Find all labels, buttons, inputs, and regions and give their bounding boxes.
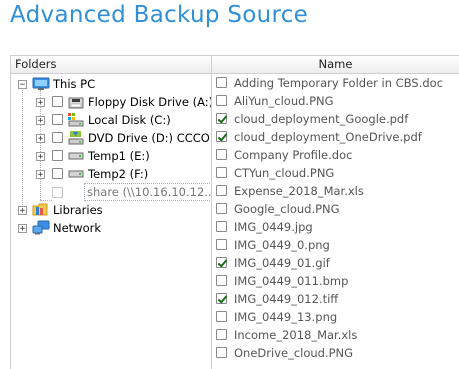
file-name: IMG_0449_01.gif [234,256,330,270]
tree-item-this-pc[interactable]: − This PC [11,75,211,93]
file-checkbox[interactable] [216,311,227,322]
temp1-checkbox[interactable] [52,150,63,161]
list-item[interactable]: Google_cloud.PNG [212,200,459,218]
file-name: IMG_0449_011.bmp [234,274,349,288]
local-disk-checkbox[interactable] [52,114,63,125]
file-checkbox[interactable] [216,257,227,268]
list-item[interactable]: IMG_0449_012.tiff [212,290,459,308]
name-column-header[interactable]: Name [211,56,459,74]
list-item[interactable]: IMG_0449_01.gif [212,254,459,272]
hard-drive-icon [68,170,84,178]
expand-toggle[interactable]: + [36,98,45,108]
file-name: Adding Temporary Folder in CBS.doc [234,76,444,90]
file-checkbox[interactable] [216,131,227,142]
folder-tree: − This PC + Floppy Disk Drive (A:) + Loc… [11,74,211,369]
tree-label: Libraries [53,203,103,217]
file-name: OneDrive_cloud.PNG [234,346,354,360]
floppy-drive-icon [68,97,84,109]
file-name: Expense_2018_Mar.xls [234,184,364,198]
list-item[interactable]: IMG_0449_0.png [212,236,459,254]
collapse-toggle[interactable]: − [18,80,27,90]
file-checkbox[interactable] [216,77,227,88]
file-name: Company Profile.doc [234,148,353,162]
backup-source-panel: Folders Name − This PC + Floppy Disk Dri… [10,55,459,369]
file-name: IMG_0449.jpg [234,220,313,234]
file-name: Income_2018_Mar.xls [234,328,358,342]
list-item[interactable]: cloud_deployment_Google.pdf [212,110,459,128]
expand-toggle[interactable]: + [36,116,45,126]
page-title: Advanced Backup Source [10,2,309,28]
dvd-drive-checkbox[interactable] [52,132,63,143]
file-checkbox[interactable] [216,293,227,304]
tree-item-network[interactable]: + Network [11,219,211,237]
share-checkbox[interactable] [52,187,63,198]
file-checkbox[interactable] [216,95,227,106]
expand-toggle[interactable]: + [18,206,27,216]
list-item[interactable]: IMG_0449_13.png [212,308,459,326]
file-checkbox[interactable] [216,347,227,358]
list-item[interactable]: Income_2018_Mar.xls [212,326,459,344]
file-name: IMG_0449_012.tiff [234,292,339,306]
list-item[interactable]: IMG_0449.jpg [212,218,459,236]
list-item[interactable]: Company Profile.doc [212,146,459,164]
tree-item-temp2[interactable]: + Temp2 (F:) [11,165,211,183]
tree-label: DVD Drive (D:) CCCOM [88,131,211,145]
file-name: IMG_0449_0.png [234,238,330,252]
file-list: Adding Temporary Folder in CBS.doc AliYu… [212,74,459,369]
expand-toggle[interactable]: + [36,170,45,180]
tree-item-dvd-drive[interactable]: + DVD Drive (D:) CCCOM [11,129,211,147]
tree-label: Temp2 (F:) [88,167,149,181]
file-checkbox[interactable] [216,203,227,214]
expand-toggle[interactable]: + [36,152,45,162]
folders-column-header[interactable]: Folders [11,56,214,74]
file-name: cloud_deployment_OneDrive.pdf [234,130,422,144]
file-name: AliYun_cloud.PNG [234,94,334,108]
file-checkbox[interactable] [216,275,227,286]
file-checkbox[interactable] [216,185,227,196]
expand-toggle[interactable]: + [36,134,45,144]
tree-item-libraries[interactable]: + Libraries [11,201,211,219]
tree-label: Temp1 (E:) [88,149,150,163]
file-checkbox[interactable] [216,239,227,250]
tree-item-local-disk[interactable]: + Local Disk (C:) [11,111,211,129]
file-checkbox[interactable] [216,113,227,124]
file-name: cloud_deployment_Google.pdf [234,112,409,126]
tree-label: share (\\10.16.10.12... [84,183,211,201]
computer-icon [32,77,50,90]
local-disk-icon [68,113,84,127]
tree-label: Network [53,221,102,235]
list-item[interactable]: OneDrive_cloud.PNG [212,344,459,362]
file-checkbox[interactable] [216,167,227,178]
list-item[interactable]: Adding Temporary Folder in CBS.doc [212,74,459,92]
network-icon [32,220,50,235]
floppy-checkbox[interactable] [52,96,63,107]
tree-item-floppy-drive[interactable]: + Floppy Disk Drive (A:) [11,93,211,111]
hard-drive-icon [68,152,84,160]
dvd-drive-icon [68,131,84,145]
file-checkbox[interactable] [216,329,227,340]
tree-label: Floppy Disk Drive (A:) [88,95,211,109]
expand-toggle[interactable]: + [18,224,27,234]
list-item[interactable]: Expense_2018_Mar.xls [212,182,459,200]
tree-item-temp1[interactable]: + Temp1 (E:) [11,147,211,165]
file-name: Google_cloud.PNG [234,202,340,216]
tree-label: Local Disk (C:) [88,113,171,127]
file-name: CTYun_cloud.PNG [234,166,335,180]
list-item[interactable]: AliYun_cloud.PNG [212,92,459,110]
tree-label: This PC [53,77,96,91]
list-item[interactable]: CTYun_cloud.PNG [212,164,459,182]
file-checkbox[interactable] [216,221,227,232]
list-item[interactable]: IMG_0449_011.bmp [212,272,459,290]
temp2-checkbox[interactable] [52,168,63,179]
tree-item-network-share[interactable]: share (\\10.16.10.12... [11,183,211,201]
list-item[interactable]: cloud_deployment_OneDrive.pdf [212,128,459,146]
file-name: IMG_0449_13.png [234,310,338,324]
file-checkbox[interactable] [216,149,227,160]
libraries-icon [32,203,48,216]
